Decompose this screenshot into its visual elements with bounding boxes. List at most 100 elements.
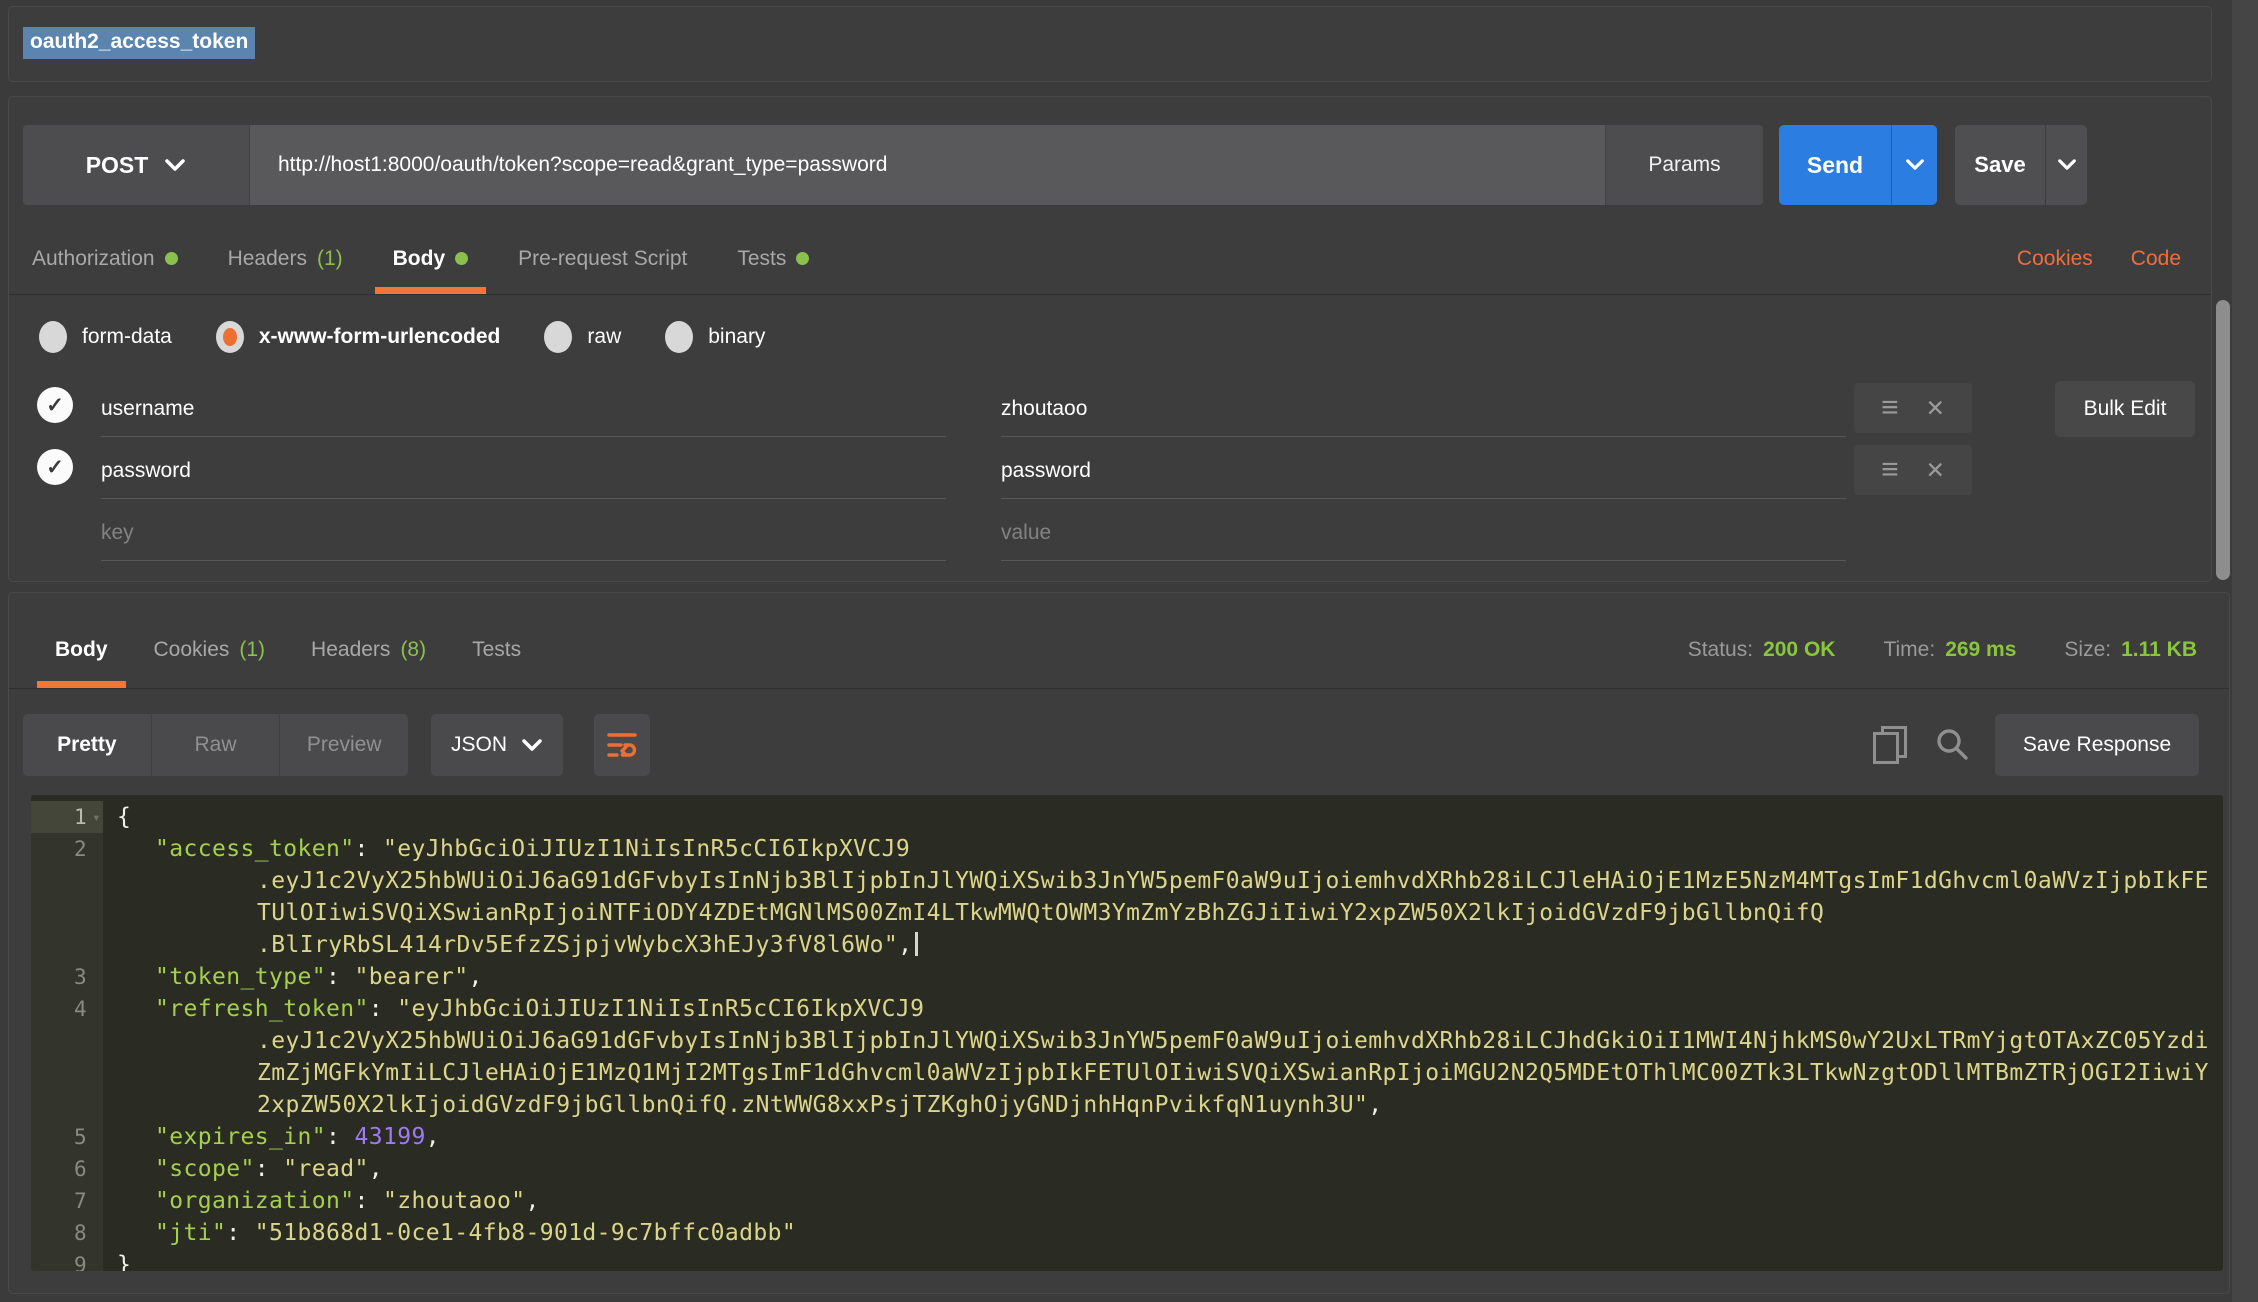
- radio-icon: [665, 321, 693, 353]
- tab-label: Pre-request Script: [518, 247, 687, 271]
- code-text: "organization": "zhoutaoo",: [103, 1185, 540, 1217]
- chevron-down-icon: [2057, 158, 2077, 172]
- body-mode-x-www-form-urlencoded[interactable]: x-www-form-urlencoded: [216, 321, 501, 353]
- json-key: "organization": [155, 1188, 354, 1214]
- request-tab-tests[interactable]: Tests: [737, 223, 809, 294]
- url-bar: POST http://host1:8000/oauth/token?scope…: [23, 125, 1763, 205]
- key-field[interactable]: password: [101, 443, 946, 499]
- line-number: 1▾: [31, 801, 103, 833]
- response-body-viewer[interactable]: 1▾{2"access_token": "eyJhbGciOiJIUzI1NiI…: [31, 795, 2223, 1271]
- line-number: [31, 897, 103, 929]
- response-tab-tests[interactable]: Tests: [472, 611, 521, 688]
- radio-label: binary: [708, 325, 765, 349]
- json-punctuation: ,: [426, 1124, 440, 1150]
- code-line: TUlOIiwiSVQiXSwianRpIjoiNTFiODY4ZDEtMGNl…: [31, 897, 2223, 929]
- save-options-button[interactable]: [2045, 125, 2087, 205]
- tab-title[interactable]: oauth2_access_token: [23, 27, 255, 59]
- drag-handle-icon[interactable]: ≡: [1881, 455, 1899, 485]
- value-field[interactable]: value: [1001, 505, 1846, 561]
- response-tab-headers[interactable]: Headers(8): [311, 611, 426, 688]
- row-actions: ≡✕: [1854, 383, 1972, 433]
- code-text: "access_token": "eyJhbGciOiJIUzI1NiIsInR…: [103, 833, 910, 865]
- code-text: .eyJ1c2VyX25hbWUiOiJ6aG91dGFvbyIsInNjb3B…: [103, 1025, 2209, 1057]
- json-string: "eyJhbGciOiJIUzI1NiIsInR5cCI6IkpXVCJ9: [383, 836, 910, 862]
- format-dropdown[interactable]: JSON: [431, 714, 563, 776]
- drag-handle-icon[interactable]: ≡: [1881, 393, 1899, 423]
- word-wrap-button[interactable]: [594, 714, 650, 776]
- tab-label: Body: [393, 247, 446, 271]
- body-mode-form-data[interactable]: form-data: [39, 321, 172, 353]
- remove-row-icon[interactable]: ✕: [1926, 397, 1945, 420]
- key-field[interactable]: key: [101, 505, 946, 561]
- send-options-button[interactable]: [1891, 125, 1937, 205]
- code-text: "expires_in": 43199,: [103, 1121, 440, 1153]
- response-tab-cookies[interactable]: Cookies(1): [154, 611, 266, 688]
- json-string: "zhoutaoo": [383, 1188, 525, 1214]
- request-tab-body[interactable]: Body: [393, 223, 469, 294]
- copy-response-button[interactable]: [1873, 726, 1907, 764]
- save-button[interactable]: Save: [1955, 125, 2045, 205]
- code-text: 2xpZW50X2lkIjoidGVzdF9jbGllbnQifQ.zNtWWG…: [103, 1089, 1383, 1121]
- response-toolbar: PrettyRawPreview JSON: [23, 703, 2199, 787]
- code-line: ZmZjMGFkYmIiLCJleHAiOjE1MzQ1MjI2MTgsImF1…: [31, 1057, 2223, 1089]
- response-tab-body[interactable]: Body: [55, 611, 108, 688]
- checkbox-col: [37, 511, 81, 555]
- radio-icon: [39, 321, 67, 353]
- chevron-down-icon: [164, 158, 186, 173]
- view-mode-raw[interactable]: Raw: [151, 714, 280, 776]
- value-field[interactable]: zhoutaoo: [1001, 381, 1846, 437]
- request-tabs-row: Authorization Headers (1) Body Pre-request S…: [9, 223, 2211, 295]
- request-links: Cookies Code: [2017, 247, 2181, 271]
- save-button-group: Save: [1955, 125, 2087, 205]
- checkbox-checked-icon[interactable]: ✓: [37, 449, 73, 485]
- body-mode-binary[interactable]: binary: [665, 321, 765, 353]
- green-dot-icon: [455, 252, 468, 265]
- send-button[interactable]: Send: [1779, 125, 1891, 205]
- body-mode-raw[interactable]: raw: [544, 321, 621, 353]
- url-input[interactable]: http://host1:8000/oauth/token?scope=read…: [249, 125, 1605, 205]
- remove-row-icon[interactable]: ✕: [1926, 459, 1945, 482]
- tab-count-badge: (1): [317, 247, 343, 271]
- json-string: "read": [283, 1156, 368, 1182]
- tab-count-badge: (1): [239, 638, 265, 662]
- request-tab-headers[interactable]: Headers (1): [228, 223, 343, 294]
- view-mode-preview[interactable]: Preview: [279, 714, 408, 776]
- json-key: "expires_in": [155, 1124, 326, 1150]
- json-string: .eyJ1c2VyX25hbWUiOiJ6aG91dGFvbyIsInNjb3B…: [257, 868, 2209, 894]
- tab-label: Headers: [228, 247, 307, 271]
- code-text: }: [103, 1249, 131, 1271]
- form-data-row: ✓ password password ≡ ✕: [9, 443, 2211, 505]
- request-builder-panel: POST http://host1:8000/oauth/token?scope…: [8, 96, 2212, 582]
- line-number-text: 4: [74, 997, 87, 1021]
- line-number-text: 5: [74, 1125, 87, 1149]
- code-link[interactable]: Code: [2131, 247, 2181, 271]
- request-tab-pre-request-script[interactable]: Pre-request Script: [518, 223, 687, 294]
- view-mode-pretty[interactable]: Pretty: [23, 714, 151, 776]
- code-text: ZmZjMGFkYmIiLCJleHAiOjE1MzQ1MjI2MTgsImF1…: [103, 1057, 2209, 1089]
- json-string: TUlOIiwiSVQiXSwianRpIjoiNTFiODY4ZDEtMGNl…: [257, 900, 1824, 926]
- search-response-button[interactable]: [1933, 726, 1971, 764]
- meta-value: 1.11 KB: [2121, 638, 2197, 661]
- line-number-text: 9: [74, 1253, 87, 1271]
- code-line: .eyJ1c2VyX25hbWUiOiJ6aG91dGFvbyIsInNjb3B…: [31, 865, 2223, 897]
- scrollbar-thumb[interactable]: [2216, 300, 2230, 580]
- json-punctuation: ,: [525, 1188, 539, 1214]
- json-punctuation: :: [226, 1220, 255, 1246]
- code-text: .BlIryRbSL414rDv5EfzZSjpjvWybcX3hEJy3fV8…: [103, 929, 918, 961]
- fold-caret-icon[interactable]: ▾: [92, 802, 101, 834]
- value-field[interactable]: password: [1001, 443, 1846, 499]
- key-field[interactable]: username: [101, 381, 946, 437]
- bulk-edit-button[interactable]: Bulk Edit: [2055, 381, 2195, 437]
- radio-label: raw: [587, 325, 621, 349]
- params-button[interactable]: Params: [1605, 125, 1763, 205]
- json-punctuation: {: [117, 804, 131, 830]
- tab-label: Tests: [472, 638, 521, 662]
- response-time-meta: Time:269 ms: [1883, 638, 2016, 662]
- request-tab-authorization[interactable]: Authorization: [32, 223, 178, 294]
- request-tab-header: oauth2_access_token: [8, 6, 2212, 82]
- cookies-link[interactable]: Cookies: [2017, 247, 2093, 271]
- save-response-button[interactable]: Save Response: [1995, 714, 2199, 776]
- checkbox-checked-icon[interactable]: ✓: [37, 387, 73, 423]
- method-dropdown[interactable]: POST: [23, 125, 249, 205]
- form-data-rows: ✓usernamezhoutaoo≡✕✓passwordpassword≡✕ke…: [9, 381, 2211, 567]
